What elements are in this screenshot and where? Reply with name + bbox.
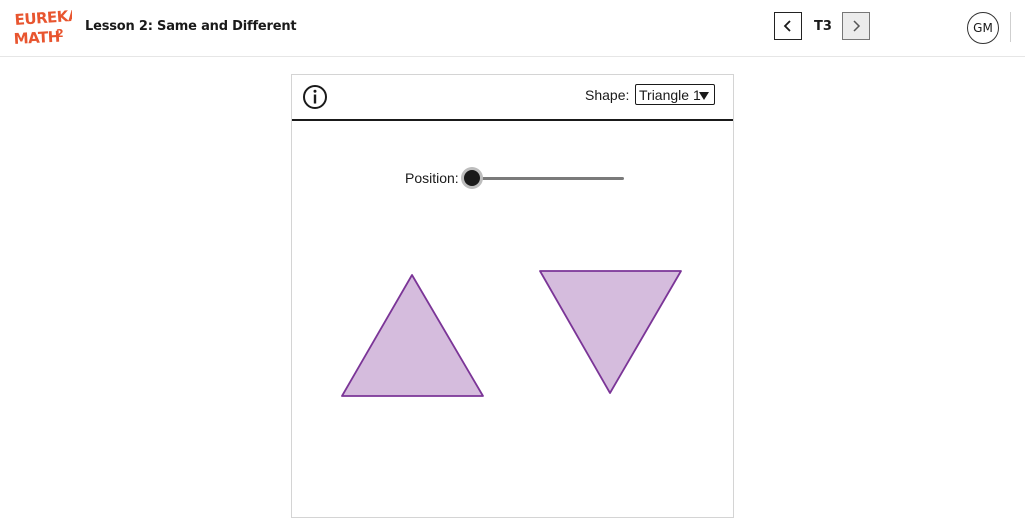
- lesson-title: Lesson 2: Same and Different: [85, 19, 297, 34]
- next-button[interactable]: [842, 12, 870, 40]
- topic-label: T3: [814, 19, 832, 34]
- svg-text:MATH: MATH: [14, 28, 60, 48]
- svg-text:EUREKA: EUREKA: [14, 8, 72, 29]
- svg-text:2: 2: [56, 27, 64, 40]
- top-bar: EUREKA MATH 2 Lesson 2: Same and Differe…: [0, 0, 1025, 57]
- triangle-upright[interactable]: [341, 274, 484, 397]
- triangle-inverted[interactable]: [539, 270, 682, 394]
- user-avatar[interactable]: GM: [967, 12, 999, 44]
- previous-button[interactable]: [774, 12, 802, 40]
- shapes-canvas: [341, 270, 682, 397]
- divider: [1010, 12, 1011, 42]
- chevron-left-icon: [783, 20, 791, 32]
- interactive-panel: Shape: Triangle 1 Position:: [291, 74, 734, 518]
- eureka-math-logo: EUREKA MATH 2: [14, 8, 72, 48]
- chevron-right-icon: [853, 20, 861, 32]
